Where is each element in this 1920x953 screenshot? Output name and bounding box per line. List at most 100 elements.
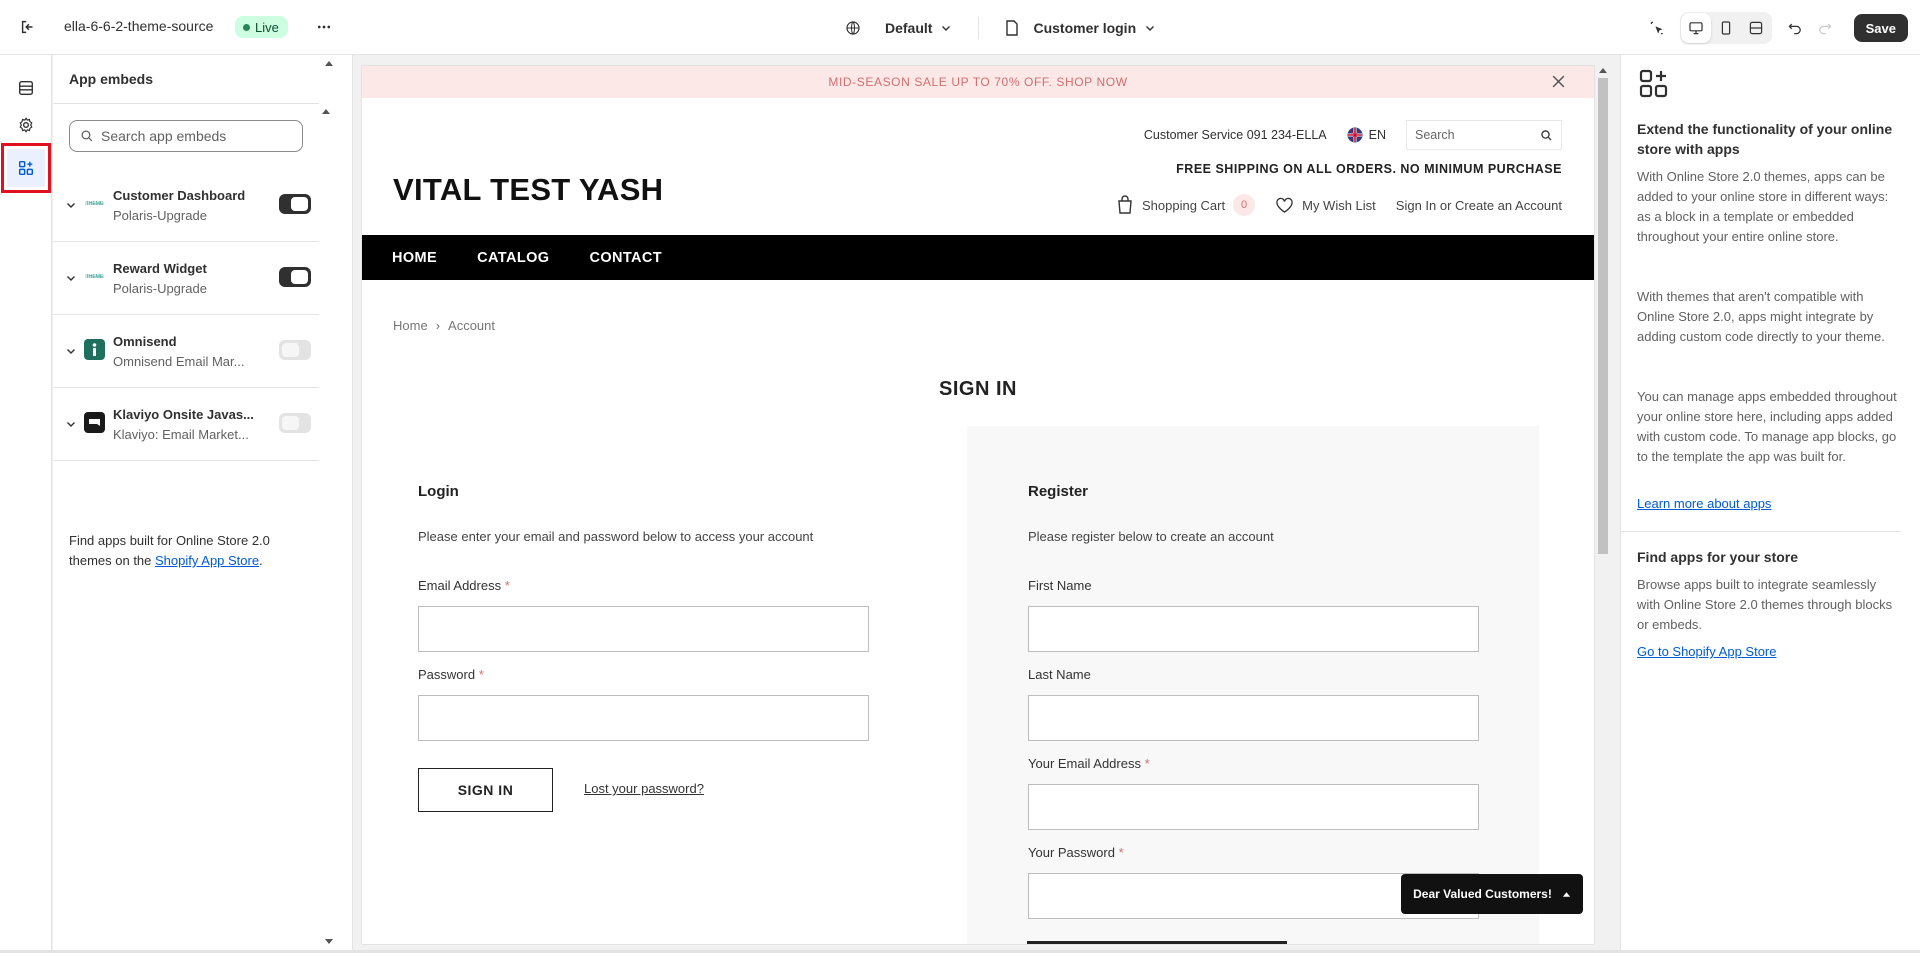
chevron-down-icon[interactable]: [63, 270, 79, 286]
register-panel: [967, 426, 1539, 944]
live-badge: Live: [235, 16, 288, 38]
shopping-cart-link[interactable]: Shopping Cart 0: [1116, 194, 1256, 216]
rail-item-app-embeds[interactable]: [1, 143, 51, 193]
embed-item-customer-dashboard[interactable]: THEME Customer Dashboard Polaris-Upgrade: [53, 169, 319, 242]
chevron-down-icon[interactable]: [63, 343, 79, 359]
uk-flag-icon: [1347, 127, 1363, 143]
app-info-panel: Extend the functionality of your online …: [1620, 55, 1920, 953]
last-name-input[interactable]: [1029, 696, 1478, 740]
search-input[interactable]: [101, 128, 281, 144]
last-name-label: Last Name: [1028, 667, 1091, 682]
login-title: Login: [418, 483, 459, 500]
shopify-app-store-link[interactable]: Shopify App Store: [155, 553, 259, 568]
embed-item-reward-widget[interactable]: THEME Reward Widget Polaris-Upgrade: [53, 242, 319, 315]
heart-icon: [1276, 197, 1293, 213]
store-search[interactable]: Search: [1406, 120, 1562, 150]
editor-topbar: ella-6-6-2-theme-source Live Default Cus…: [0, 0, 1920, 55]
account-link[interactable]: Sign In or Create an Account: [1396, 198, 1562, 213]
register-title: Register: [1028, 483, 1089, 500]
embed-toggle[interactable]: [279, 267, 311, 287]
template-selector[interactable]: Default: [845, 20, 952, 36]
scrollbar-thumb[interactable]: [1598, 78, 1608, 554]
page-selector[interactable]: Customer login: [1005, 20, 1156, 36]
main-nav: HOME CATALOG CONTACT: [362, 235, 1594, 280]
register-email-label: Your Email Address *: [1028, 756, 1150, 771]
page-icon: [1006, 20, 1019, 36]
close-icon[interactable]: [1551, 74, 1566, 92]
nav-catalog[interactable]: CATALOG: [477, 250, 549, 266]
svg-text:THEME: THEME: [86, 274, 104, 280]
embed-name: Customer Dashboard: [113, 188, 246, 203]
panel-paragraph: You can manage apps embedded throughout …: [1637, 389, 1897, 464]
embed-toggle[interactable]: [279, 194, 311, 214]
register-email-field[interactable]: [1028, 784, 1479, 830]
register-email-input[interactable]: [1029, 785, 1478, 829]
search-app-embeds[interactable]: [69, 120, 303, 152]
announcement-bar[interactable]: MID-SEASON SALE UP TO 70% OFF. SHOP NOW: [362, 66, 1594, 98]
chevron-down-icon[interactable]: [63, 416, 79, 432]
redo-icon[interactable]: [1810, 13, 1840, 43]
scroll-up-icon[interactable]: [325, 61, 333, 66]
embed-toggle[interactable]: [279, 413, 311, 433]
shopping-bag-icon: [1118, 195, 1132, 214]
panel-scrollbar[interactable]: [322, 55, 335, 953]
store-logo[interactable]: VITAL TEST YASH: [393, 172, 663, 208]
embed-item-klaviyo[interactable]: Klaviyo Onsite Javas... Klaviyo: Email M…: [53, 388, 319, 461]
inspector-icon[interactable]: [1642, 13, 1672, 43]
mobile-icon[interactable]: [1711, 13, 1741, 43]
wishlist-link[interactable]: My Wish List: [1275, 197, 1376, 214]
template-selector-group: Default Customer login: [845, 15, 1156, 41]
apps-icon: [1639, 69, 1668, 98]
first-name-input[interactable]: [1029, 607, 1478, 651]
omnisend-logo-icon: [84, 339, 105, 360]
chevron-down-icon[interactable]: [63, 197, 79, 213]
lost-password-link[interactable]: Lost your password?: [584, 781, 704, 796]
preview-scrollbar[interactable]: [1596, 66, 1610, 944]
breadcrumb-current: Account: [448, 318, 496, 333]
page-title: SIGN IN: [939, 378, 1017, 400]
fullscreen-icon[interactable]: [1741, 13, 1771, 43]
save-button[interactable]: Save: [1853, 14, 1908, 42]
nav-home[interactable]: HOME: [392, 250, 437, 266]
app-store-link[interactable]: Go to Shopify App Store: [1637, 644, 1776, 659]
sign-in-button[interactable]: SIGN IN: [418, 768, 553, 812]
panel-heading: Find apps for your store: [1637, 549, 1799, 565]
email-input[interactable]: [419, 607, 868, 651]
language-selector[interactable]: EN: [1347, 127, 1386, 143]
breadcrumb-home[interactable]: Home: [393, 318, 428, 333]
learn-more-link[interactable]: Learn more about apps: [1637, 496, 1771, 511]
scroll-down-icon[interactable]: [325, 939, 333, 944]
embed-item-omnisend[interactable]: Omnisend Omnisend Email Mar...: [53, 315, 319, 388]
scroll-up-icon[interactable]: [322, 109, 330, 114]
last-name-field[interactable]: [1028, 695, 1479, 741]
rail-item-theme-settings[interactable]: [9, 108, 43, 142]
password-field[interactable]: [418, 695, 869, 741]
chat-widget-button[interactable]: Dear Valued Customers!: [1401, 874, 1583, 914]
rail-item-sections[interactable]: [9, 71, 43, 105]
scroll-up-icon[interactable]: [1599, 68, 1607, 73]
embed-toggle[interactable]: [279, 340, 311, 360]
register-button-edge[interactable]: [1027, 941, 1287, 944]
panel-paragraph: With Online Store 2.0 themes, apps can b…: [1637, 169, 1889, 244]
storefront-preview[interactable]: MID-SEASON SALE UP TO 70% OFF. SHOP NOW …: [362, 66, 1594, 944]
first-name-field[interactable]: [1028, 606, 1479, 652]
embed-name: Klaviyo Onsite Javas...: [113, 407, 254, 422]
embed-sub: Omnisend Email Mar...: [113, 354, 245, 369]
nav-contact[interactable]: CONTACT: [589, 250, 662, 266]
editor-rail: [0, 55, 52, 953]
login-description: Please enter your email and password bel…: [418, 529, 814, 544]
live-dot-icon: [243, 23, 250, 31]
customer-service-text: Customer Service 091 234-ELLA: [1143, 128, 1327, 142]
breadcrumb: Home › Account: [393, 318, 495, 333]
desktop-icon[interactable]: [1680, 13, 1711, 43]
undo-icon[interactable]: [1780, 13, 1810, 43]
exit-icon[interactable]: [16, 15, 40, 39]
more-horizontal-icon[interactable]: [312, 15, 336, 39]
email-field[interactable]: [418, 606, 869, 652]
embed-name: Omnisend: [113, 334, 177, 349]
search-icon: [81, 130, 93, 142]
divider: [978, 17, 980, 39]
password-input[interactable]: [419, 696, 868, 740]
topbar-actions: Save: [1642, 12, 1920, 44]
chevron-down-icon: [1146, 26, 1155, 31]
